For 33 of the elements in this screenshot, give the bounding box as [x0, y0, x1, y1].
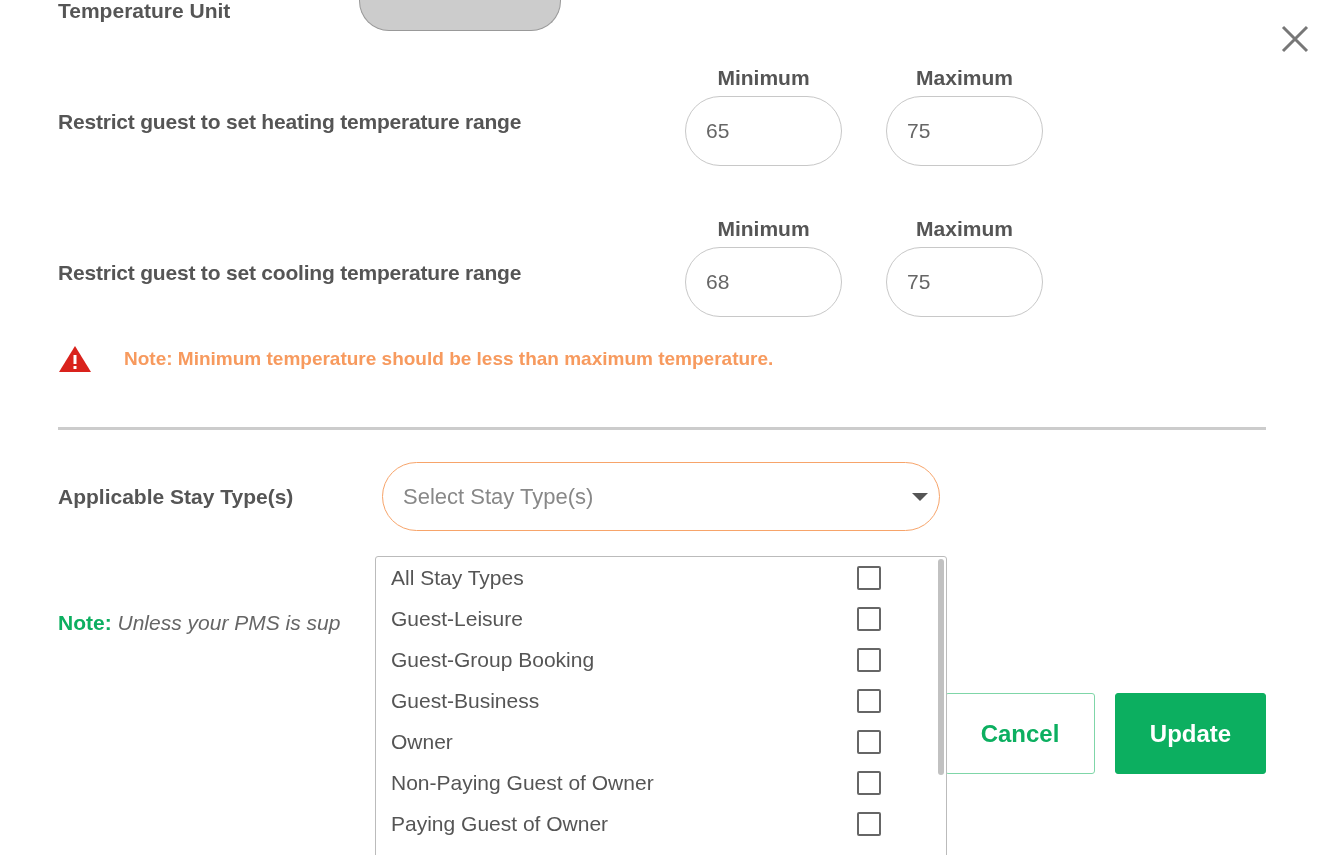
warning-icon — [58, 345, 92, 373]
column-header: Minimum — [717, 66, 810, 90]
dropdown-option[interactable]: Guest-Group Booking — [376, 639, 946, 680]
checkbox[interactable] — [857, 811, 881, 836]
column-header: Minimum — [717, 217, 810, 241]
field-label: Applicable Stay Type(s) — [58, 484, 295, 509]
caret-icon — [912, 492, 928, 502]
checkbox[interactable] — [857, 770, 881, 795]
number-field[interactable]: 68 — [685, 247, 842, 317]
column-header: Maximum — [916, 217, 1013, 241]
dropdown-option[interactable]: Paying Guest of Owner — [376, 803, 946, 844]
scrollbar[interactable] — [938, 559, 944, 775]
column-header: Maximum — [916, 66, 1013, 90]
dropdown-option[interactable]: All Stay Types — [376, 557, 946, 598]
dropdown-option[interactable]: Owner — [376, 721, 946, 762]
checkbox[interactable] — [857, 606, 881, 631]
field-label: Restrict guest to set cooling temperature range — [58, 261, 523, 286]
stay-type-select[interactable]: Select Stay Type(s) — [382, 462, 940, 531]
note-text: Note: Unless your PMS is sup — [58, 611, 341, 635]
number-field[interactable]: 75 — [886, 247, 1043, 317]
dropdown-option[interactable]: Guest-Business — [376, 680, 946, 721]
checkbox[interactable] — [857, 729, 881, 754]
field-label: Temperature Unit — [58, 0, 232, 23]
checkbox[interactable] — [857, 565, 881, 590]
dropdown-option[interactable]: Non-Paying Guest of Owner — [376, 762, 946, 803]
field-label: Restrict guest to set heating temperature range — [58, 110, 523, 135]
close-icon[interactable] — [1281, 25, 1309, 53]
warning-text: Note: Minimum temperature should be less than maximum temperature. — [124, 348, 774, 370]
checkbox[interactable] — [857, 688, 881, 713]
dropdown-option[interactable]: Guest-Leisure — [376, 598, 946, 639]
number-field[interactable]: 75 — [886, 96, 1043, 166]
number-field[interactable]: 65 — [685, 96, 842, 166]
checkbox[interactable] — [857, 647, 881, 672]
